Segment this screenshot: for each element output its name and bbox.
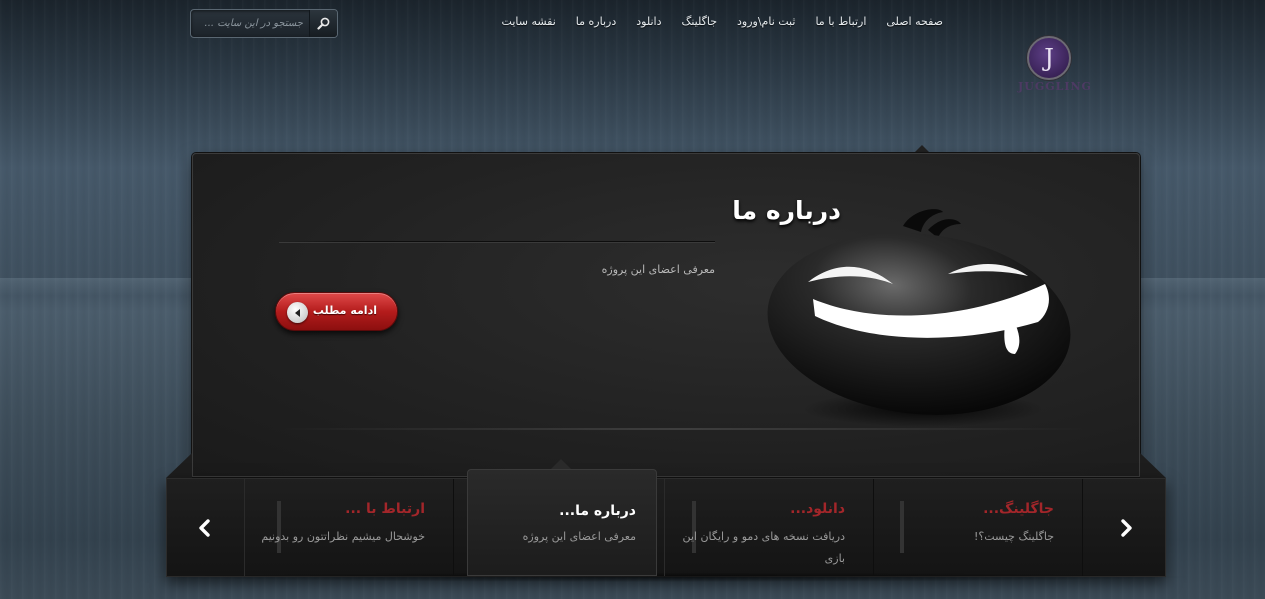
tray-bevel-left bbox=[166, 453, 192, 478]
search-input[interactable] bbox=[191, 10, 309, 37]
slide-title: درباره ما bbox=[732, 196, 841, 225]
carousel-item-juggling[interactable]: جاگلینگ... جاگلینگ چیست؟! bbox=[873, 479, 1083, 576]
carousel-item-download[interactable]: دانلود... دریافت نسخه های دمو و رایگان ا… bbox=[664, 479, 874, 576]
active-item-pointer bbox=[551, 459, 571, 469]
nav-item-contact[interactable]: ارتباط با ما bbox=[805, 13, 876, 33]
tray-bevel-right bbox=[1140, 453, 1166, 478]
chevron-right-icon bbox=[1121, 518, 1132, 537]
nav-item-sitemap[interactable]: نقشه سایت bbox=[492, 13, 566, 33]
carousel-item-description: جاگلینگ چیست؟! bbox=[974, 530, 1054, 543]
smiley-illustration bbox=[767, 209, 1071, 427]
nav-item-juggling[interactable]: جاگلینگ bbox=[671, 13, 727, 33]
play-arrow-icon bbox=[287, 302, 308, 323]
carousel-item-about[interactable]: درباره ما... معرفی اعضای این پروژه bbox=[467, 469, 657, 576]
nav-item-register-login[interactable]: ثبت نام\ورود bbox=[727, 13, 805, 33]
carousel-item-contact[interactable]: ارتباط با ... خوشحال میشیم نظراتتون رو ب… bbox=[244, 479, 454, 576]
main-nav: صفحه اصلی ارتباط با ما ثبت نام\ورود جاگل… bbox=[492, 13, 953, 33]
carousel-item-description: خوشحال میشیم نظراتتون رو بدونیم bbox=[261, 530, 425, 543]
logo-emblem: J bbox=[1027, 36, 1071, 80]
logo-letter: J bbox=[1044, 44, 1054, 72]
carousel-item-title: ارتباط با ... bbox=[345, 501, 425, 517]
search-icon bbox=[317, 17, 330, 30]
carousel-item-title: دانلود... bbox=[790, 501, 845, 517]
carousel-item-title: درباره ما... bbox=[559, 503, 636, 519]
carousel-item-description: معرفی اعضای این پروژه bbox=[522, 530, 636, 543]
nav-item-home[interactable]: صفحه اصلی bbox=[876, 13, 953, 33]
chevron-left-icon bbox=[199, 518, 210, 537]
slide-divider bbox=[279, 241, 715, 243]
nav-item-about[interactable]: درباره ما bbox=[566, 13, 626, 33]
carousel-item-title: جاگلینگ... bbox=[983, 501, 1054, 517]
panel-floor-glow bbox=[270, 428, 1090, 430]
slide-description: معرفی اعضای این پروژه bbox=[601, 263, 715, 276]
logo-wordmark: JUGGLING bbox=[1018, 80, 1092, 93]
search-button[interactable] bbox=[309, 10, 337, 37]
read-more-button[interactable]: ادامه مطلب bbox=[275, 292, 398, 331]
carousel-item-description: دریافت نسخه های دمو و رایگان این بازی bbox=[682, 530, 845, 565]
nav-item-download[interactable]: دانلود bbox=[626, 13, 671, 33]
carousel-prev-button[interactable] bbox=[167, 479, 243, 576]
carousel-next-button[interactable] bbox=[1088, 479, 1164, 576]
panel-pointer bbox=[914, 145, 930, 153]
site-logo[interactable]: J JUGGLING bbox=[1010, 34, 1100, 100]
read-more-label: ادامه مطلب bbox=[312, 304, 377, 317]
search-box bbox=[190, 9, 338, 38]
